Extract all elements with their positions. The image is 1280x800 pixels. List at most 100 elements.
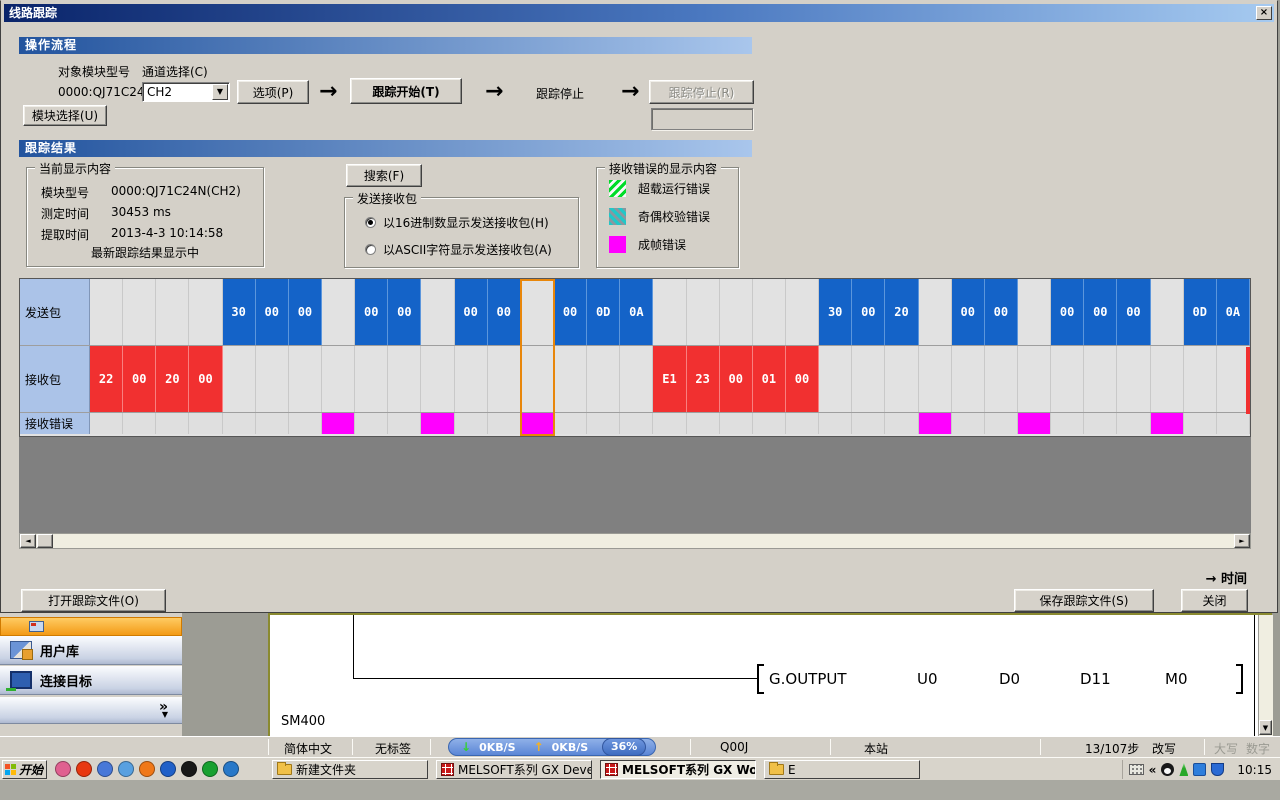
recv-cell[interactable]: [256, 346, 289, 412]
ladder-editor[interactable]: G.OUTPUT U0 D0 D11 M0 SM400 ▼: [268, 613, 1272, 736]
trace-stop-button[interactable]: 跟踪停止(R): [649, 80, 754, 104]
recv-cell[interactable]: [421, 346, 454, 412]
send-cell[interactable]: [1151, 279, 1184, 345]
radio-selected-icon[interactable]: [365, 217, 376, 228]
nav-overflow-bar[interactable]: » ▼: [0, 697, 182, 724]
recv-cell[interactable]: 22: [90, 346, 123, 412]
scroll-right-icon[interactable]: ►: [1234, 534, 1250, 548]
recv-cell[interactable]: [1018, 346, 1051, 412]
options-button[interactable]: 选项(P): [237, 80, 309, 104]
error-cell[interactable]: [1018, 413, 1051, 434]
qq-tray-icon[interactable]: [1161, 763, 1174, 776]
recv-cell[interactable]: [885, 346, 918, 412]
recv-cell[interactable]: [1151, 346, 1184, 412]
recv-cell[interactable]: [521, 346, 554, 412]
recv-cell[interactable]: [985, 346, 1018, 412]
start-button[interactable]: 开始: [2, 760, 47, 779]
quicklaunch-icon[interactable]: [55, 761, 71, 777]
error-cell[interactable]: [421, 413, 454, 434]
send-cell[interactable]: [123, 279, 156, 345]
error-cell[interactable]: [455, 413, 488, 434]
send-cell[interactable]: 00: [455, 279, 488, 345]
send-cell[interactable]: [421, 279, 454, 345]
recv-cell[interactable]: [322, 346, 355, 412]
send-cell[interactable]: 00: [256, 279, 289, 345]
recv-cell[interactable]: [554, 346, 587, 412]
send-cell[interactable]: [90, 279, 123, 345]
send-cell[interactable]: 00: [1117, 279, 1150, 345]
security-shield-icon[interactable]: [1211, 763, 1224, 776]
recv-cell[interactable]: [355, 346, 388, 412]
error-cell[interactable]: [919, 413, 952, 434]
send-cell[interactable]: 00: [554, 279, 587, 345]
scroll-down-icon[interactable]: ▼: [1259, 720, 1272, 735]
send-cell[interactable]: 00: [1084, 279, 1117, 345]
horizontal-scrollbar[interactable]: ◄ ►: [19, 533, 1251, 549]
quicklaunch-icon[interactable]: [139, 761, 155, 777]
search-button[interactable]: 搜索(F): [346, 164, 422, 187]
error-cell[interactable]: [985, 413, 1018, 434]
sidebar-item-connection-target[interactable]: 连接目标: [0, 666, 182, 695]
quicklaunch-icon[interactable]: [181, 761, 197, 777]
chevron-down-icon[interactable]: ▼: [212, 84, 228, 100]
trace-start-button[interactable]: 跟踪开始(T): [350, 78, 462, 104]
error-cell[interactable]: [90, 413, 123, 434]
module-select-button[interactable]: 模块选择(U): [23, 105, 107, 126]
scroll-left-icon[interactable]: ◄: [20, 534, 36, 548]
recv-cell[interactable]: [1051, 346, 1084, 412]
error-cell[interactable]: [819, 413, 852, 434]
vertical-scrollbar[interactable]: ▼: [1258, 615, 1273, 736]
error-cell[interactable]: [852, 413, 885, 434]
error-cell[interactable]: [1217, 413, 1250, 434]
recv-cell[interactable]: [620, 346, 653, 412]
error-cell[interactable]: [488, 413, 521, 434]
recv-cell[interactable]: [1117, 346, 1150, 412]
recv-cell[interactable]: [587, 346, 620, 412]
radio-icon[interactable]: [365, 244, 376, 255]
send-cell[interactable]: 20: [885, 279, 918, 345]
recv-cell[interactable]: 00: [189, 346, 222, 412]
send-cell[interactable]: 00: [488, 279, 521, 345]
send-cell[interactable]: 0D: [587, 279, 620, 345]
error-cell[interactable]: [554, 413, 587, 434]
network-meter[interactable]: ↓ 0KB/S ↑ 0KB/S 36%: [448, 738, 656, 756]
keyboard-layout-icon[interactable]: [1129, 764, 1144, 775]
recv-cell[interactable]: [1084, 346, 1117, 412]
send-cell[interactable]: [919, 279, 952, 345]
error-cell[interactable]: [521, 413, 554, 434]
send-cell[interactable]: 00: [952, 279, 985, 345]
nav-selected-item[interactable]: [0, 617, 182, 636]
send-cell[interactable]: 00: [289, 279, 322, 345]
error-cell[interactable]: [322, 413, 355, 434]
error-cell[interactable]: [687, 413, 720, 434]
send-cell[interactable]: 0D: [1184, 279, 1217, 345]
send-cell[interactable]: 0A: [620, 279, 653, 345]
error-cell[interactable]: [123, 413, 156, 434]
recv-cell[interactable]: 01: [753, 346, 786, 412]
recv-cell[interactable]: [952, 346, 985, 412]
taskbar-task-button[interactable]: MELSOFT系列 GX Works...: [600, 760, 756, 779]
scrollbar-thumb[interactable]: [37, 534, 53, 548]
send-cell[interactable]: 00: [852, 279, 885, 345]
send-cell[interactable]: 30: [819, 279, 852, 345]
error-cell[interactable]: [1151, 413, 1184, 434]
tray-collapse-icon[interactable]: «: [1149, 763, 1157, 777]
send-cell[interactable]: [156, 279, 189, 345]
recv-cell[interactable]: E1: [653, 346, 686, 412]
error-cell[interactable]: [1117, 413, 1150, 434]
quicklaunch-icon[interactable]: [202, 761, 218, 777]
error-cell[interactable]: [355, 413, 388, 434]
send-cell[interactable]: [720, 279, 753, 345]
quicklaunch-icon[interactable]: [223, 761, 239, 777]
quicklaunch-icon[interactable]: [160, 761, 176, 777]
network-signal-icon[interactable]: [1179, 763, 1188, 776]
error-cell[interactable]: [256, 413, 289, 434]
error-cell[interactable]: [720, 413, 753, 434]
send-cell[interactable]: [653, 279, 686, 345]
send-cell[interactable]: 00: [985, 279, 1018, 345]
close-icon[interactable]: ×: [1256, 6, 1272, 20]
error-cell[interactable]: [388, 413, 421, 434]
recv-cell[interactable]: [852, 346, 885, 412]
error-cell[interactable]: [156, 413, 189, 434]
send-cell[interactable]: [189, 279, 222, 345]
